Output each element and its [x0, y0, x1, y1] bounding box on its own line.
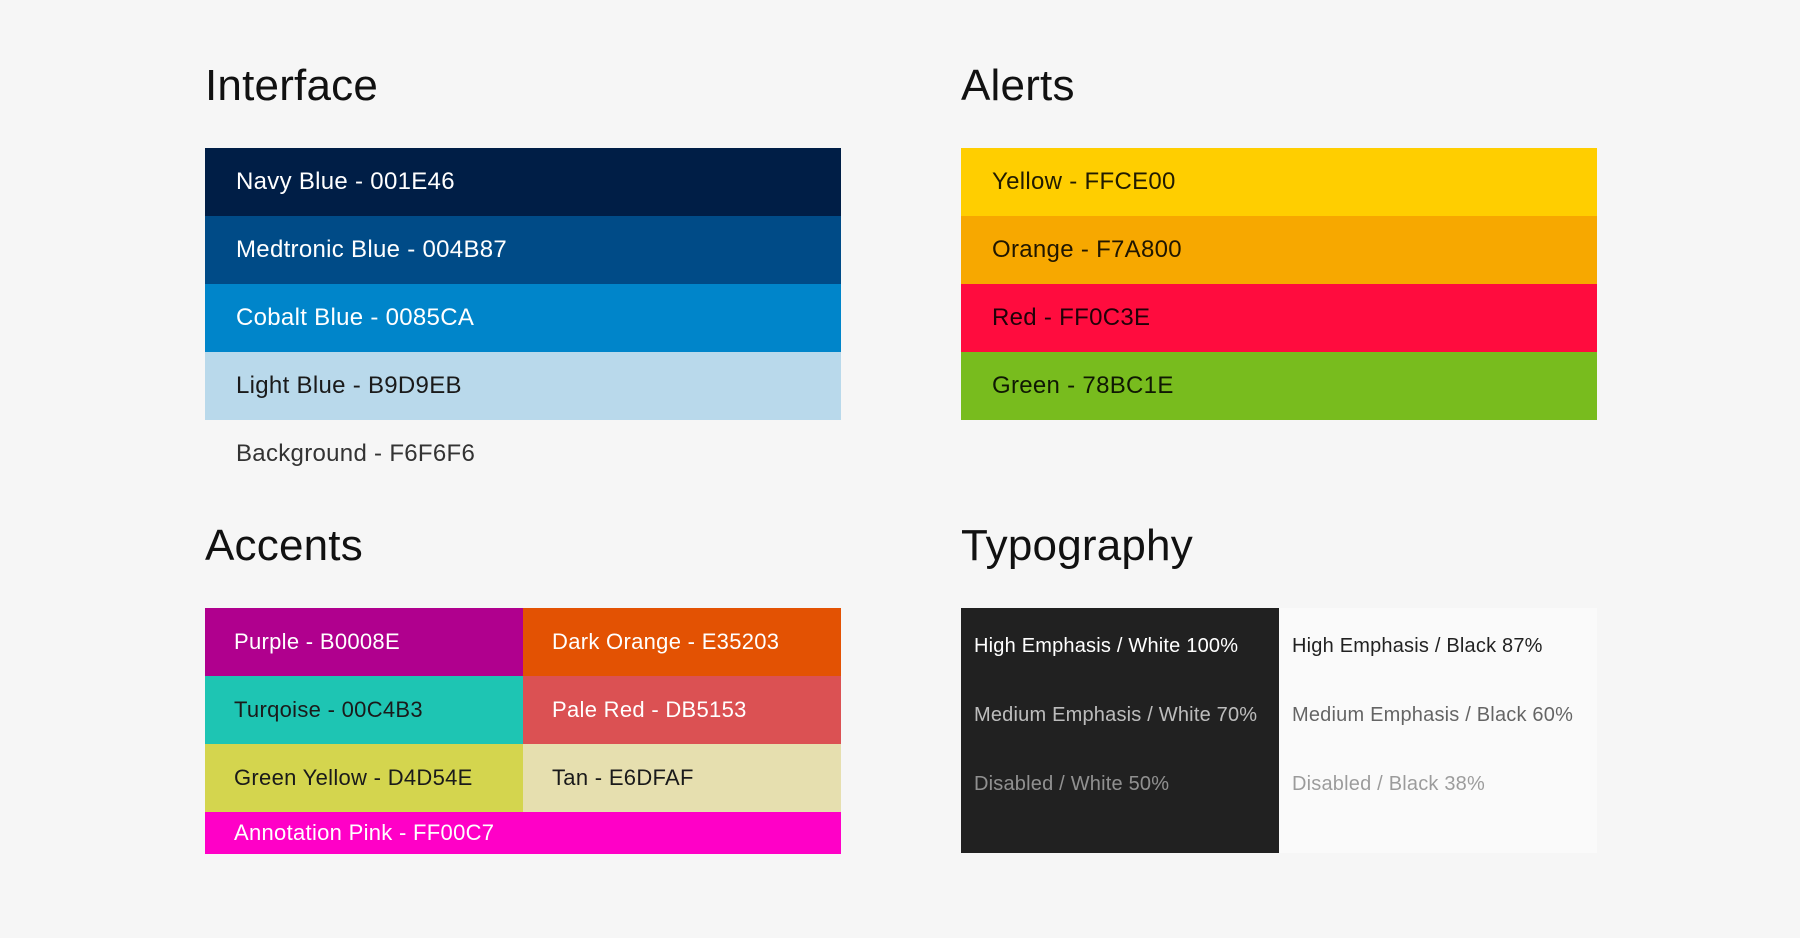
light-type-panel: High Emphasis / Black 87% Medium Emphasi… [1279, 608, 1597, 853]
dark-disabled-text: Disabled / White 50% [974, 773, 1170, 795]
accents-section: Accents Purple - B0008E Dark Orange - E3… [205, 524, 841, 854]
alerts-swatch-list: Yellow - FFCE00 Orange - F7A800 Red - FF… [961, 148, 1597, 420]
interface-swatch-list: Navy Blue - 001E46 Medtronic Blue - 004B… [205, 148, 841, 488]
swatch-orange: Orange - F7A800 [961, 216, 1597, 284]
swatch-yellow: Yellow - FFCE00 [961, 148, 1597, 216]
alerts-section: Alerts Yellow - FFCE00 Orange - F7A800 R… [961, 64, 1597, 420]
typography-panels: High Emphasis / White 100% Medium Emphas… [961, 608, 1597, 853]
dark-high-emphasis-text: High Emphasis / White 100% [974, 635, 1239, 657]
accents-title: Accents [205, 521, 363, 570]
swatch-cobalt-blue: Cobalt Blue - 0085CA [205, 284, 841, 352]
swatch-annotation-pink: Annotation Pink - FF00C7 [205, 812, 841, 854]
swatch-light-blue: Light Blue - B9D9EB [205, 352, 841, 420]
swatch-green: Green - 78BC1E [961, 352, 1597, 420]
swatch-turquoise: Turqoise - 00C4B3 [205, 676, 523, 744]
dark-type-panel: High Emphasis / White 100% Medium Emphas… [961, 608, 1279, 853]
interface-title: Interface [205, 61, 379, 110]
swatch-dark-orange: Dark Orange - E35203 [523, 608, 841, 676]
swatch-navy-blue: Navy Blue - 001E46 [205, 148, 841, 216]
swatch-red: Red - FF0C3E [961, 284, 1597, 352]
swatch-purple: Purple - B0008E [205, 608, 523, 676]
light-high-emphasis-text: High Emphasis / Black 87% [1292, 635, 1543, 657]
light-disabled-text: Disabled / Black 38% [1292, 773, 1485, 795]
dark-medium-emphasis-text: Medium Emphasis / White 70% [974, 704, 1258, 726]
swatch-medtronic-blue: Medtronic Blue - 004B87 [205, 216, 841, 284]
swatch-pale-red: Pale Red - DB5153 [523, 676, 841, 744]
light-medium-emphasis-text: Medium Emphasis / Black 60% [1292, 704, 1574, 726]
typography-section: Typography High Emphasis / White 100% Me… [961, 524, 1597, 853]
swatch-background: Background - F6F6F6 [205, 420, 841, 488]
alerts-title: Alerts [961, 61, 1075, 110]
accents-swatch-grid: Purple - B0008E Dark Orange - E35203 Tur… [205, 608, 841, 854]
swatch-green-yellow: Green Yellow - D4D54E [205, 744, 523, 812]
interface-section: Interface Navy Blue - 001E46 Medtronic B… [205, 64, 841, 488]
typography-title: Typography [961, 521, 1193, 570]
swatch-tan: Tan - E6DFAF [523, 744, 841, 812]
